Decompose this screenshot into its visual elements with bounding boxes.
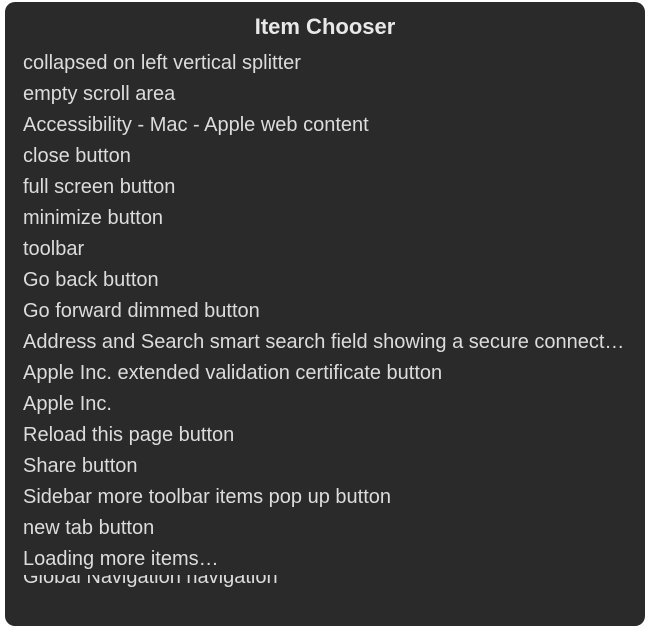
list-item[interactable]: Apple Inc. [23,389,645,420]
list-item[interactable]: Reload this page button [23,420,645,451]
panel-title: Item Chooser [5,2,645,48]
list-item[interactable]: collapsed on left vertical splitter [23,48,645,79]
item-chooser-panel: Item Chooser collapsed on left vertical … [5,2,645,626]
list-item[interactable]: new tab button [23,513,645,544]
list-item[interactable]: full screen button [23,172,645,203]
list-item[interactable]: close button [23,141,645,172]
list-item[interactable]: Sidebar more toolbar items pop up button [23,482,645,513]
list-item[interactable]: Loading more items… [23,544,645,575]
list-item[interactable]: Apple Inc. extended validation certifica… [23,358,645,389]
list-item[interactable]: minimize button [23,203,645,234]
list-item[interactable]: Address and Search smart search field sh… [23,327,645,358]
list-item[interactable]: toolbar [23,234,645,265]
list-item[interactable]: Global Navigation navigation [23,575,645,589]
list-item[interactable]: Share button [23,451,645,482]
list-item[interactable]: Go forward dimmed button [23,296,645,327]
list-item[interactable]: Go back button [23,265,645,296]
list-item[interactable]: empty scroll area [23,79,645,110]
list-item[interactable]: Accessibility - Mac - Apple web content [23,110,645,141]
item-list[interactable]: collapsed on left vertical splitter empt… [5,48,645,626]
